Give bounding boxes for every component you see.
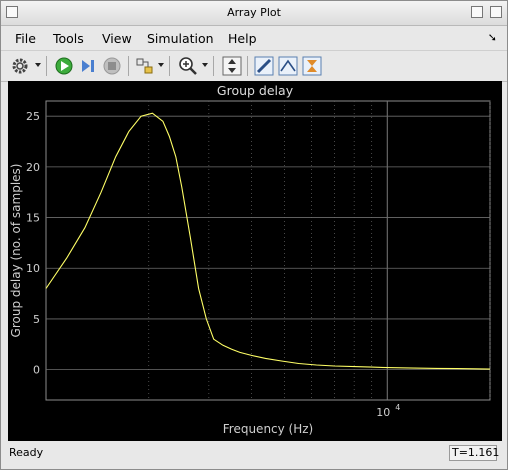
close-button[interactable] — [490, 6, 502, 18]
menu-help[interactable]: Help — [228, 31, 257, 46]
y-tick-label: 20 — [26, 161, 40, 174]
axes-box — [45, 100, 491, 401]
toolbar-separator — [213, 56, 214, 76]
toolbar-separator — [128, 56, 129, 76]
app-window: Array Plot File Tools View Simulation He… — [0, 0, 508, 470]
maximize-button[interactable] — [471, 6, 483, 18]
signal-select-icon[interactable] — [134, 55, 156, 77]
group-delay-chart[interactable]: 0 5 10 15 20 25 10 4 Frequency (Hz) Group delay (… — [8, 81, 502, 441]
y-tick-label: 10 — [26, 262, 40, 275]
x-tick-label: 10 — [376, 406, 390, 419]
y-tick-label: 5 — [33, 313, 40, 326]
scale-axes-icon[interactable] — [221, 55, 243, 77]
zoom-icon[interactable] — [177, 55, 199, 77]
gear-dropdown-icon[interactable] — [35, 63, 41, 67]
stop-icon[interactable] — [101, 55, 123, 77]
window-title: Array Plot — [227, 6, 281, 19]
cursor-icon[interactable] — [301, 55, 323, 77]
gear-icon[interactable] — [10, 55, 32, 77]
measurement-icon[interactable] — [253, 55, 275, 77]
y-tick-label: 25 — [26, 110, 40, 123]
title-bar: Array Plot — [1, 1, 507, 26]
y-axis-label: Group delay (no. of samples) — [9, 164, 23, 338]
y-tick-label: 15 — [26, 212, 40, 225]
plot-area: Group delay 0 5 10 15 20 25 10 4 Frequency (Hz) G… — [8, 81, 502, 441]
x-tick-exponent: 4 — [395, 403, 400, 412]
menu-simulation[interactable]: Simulation — [147, 31, 214, 46]
simulation-time: T=1.161 — [449, 445, 499, 461]
step-forward-icon[interactable] — [77, 55, 99, 77]
toolbar-separator — [46, 56, 47, 76]
toolbar-separator — [169, 56, 170, 76]
menu-tools[interactable]: Tools — [53, 31, 84, 46]
menu-bar: File Tools View Simulation Help ➘ — [1, 26, 507, 50]
dock-arrow-icon[interactable]: ➘ — [488, 31, 497, 44]
status-bar: Ready T=1.161 — [1, 443, 507, 469]
zoom-dropdown-icon[interactable] — [202, 63, 208, 67]
run-icon[interactable] — [53, 55, 75, 77]
x-axis-label: Frequency (Hz) — [223, 422, 314, 436]
menu-file[interactable]: File — [15, 31, 36, 46]
peak-finder-icon[interactable] — [277, 55, 299, 77]
toolbar-separator — [247, 56, 248, 76]
toolbar — [1, 50, 507, 82]
signal-dropdown-icon[interactable] — [158, 63, 164, 67]
y-tick-label: 0 — [33, 364, 40, 377]
menu-view[interactable]: View — [102, 31, 132, 46]
status-text: Ready — [9, 446, 44, 459]
